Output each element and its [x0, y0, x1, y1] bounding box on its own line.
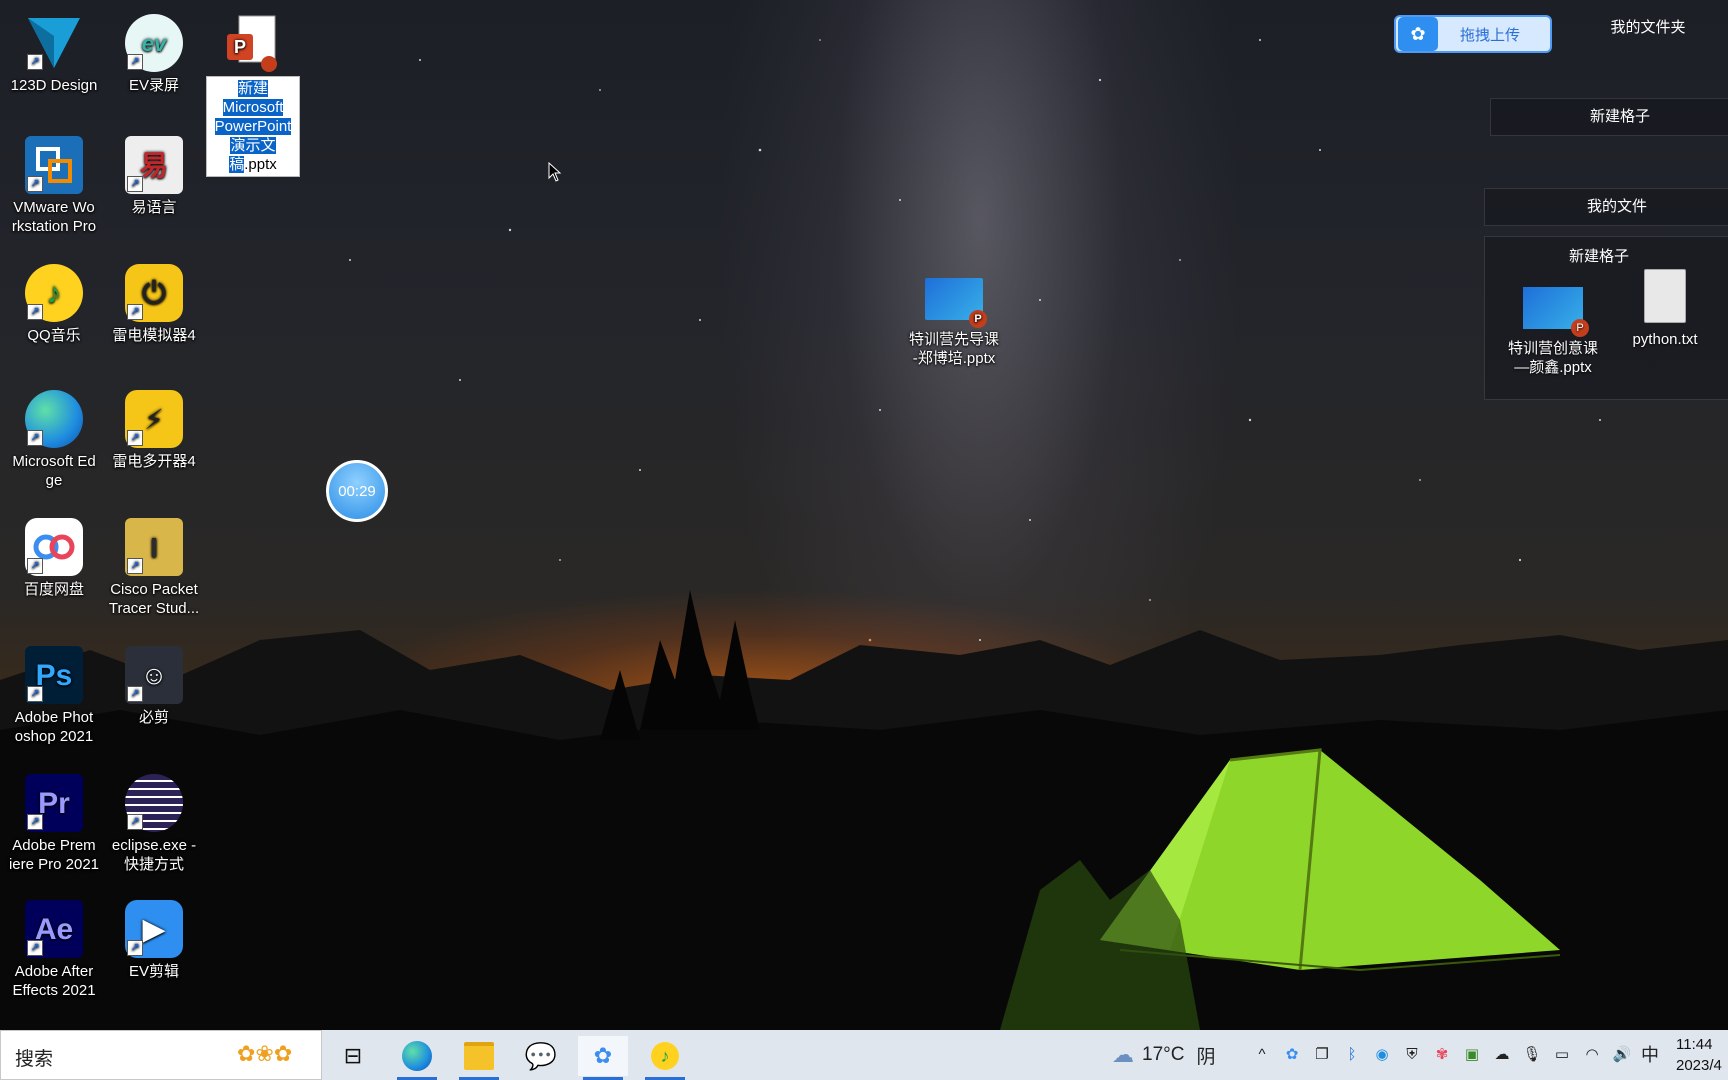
- window-tray-icon[interactable]: ❐: [1312, 1046, 1332, 1064]
- powerpoint-file-icon: P: [224, 14, 282, 72]
- desktop-icon-bijian[interactable]: ☺ ↗ 必剪: [106, 646, 202, 727]
- cisco-packet-tracer-icon: I ↗: [125, 518, 183, 576]
- bluetooth-icon[interactable]: ᛒ: [1342, 1046, 1362, 1064]
- desktop-icon-baidu-netdisk[interactable]: ↗ 百度网盘: [6, 518, 102, 599]
- taskbar-file-explorer[interactable]: [454, 1036, 504, 1080]
- desktop[interactable]: ↗ 123D Design ev ↗ EV录屏 ↗ VMware Wo rksta…: [0, 0, 1728, 1030]
- desktop-icon-photoshop[interactable]: Ps ↗ Adobe Phot oshop 2021: [6, 646, 102, 746]
- photoshop-icon: Ps ↗: [25, 646, 83, 704]
- cloudy-weather-icon: ☁: [1112, 1042, 1134, 1067]
- microphone-icon[interactable]: 🎙: [1522, 1046, 1542, 1064]
- desktop-icon-after-effects[interactable]: Ae ↗ Adobe After Effects 2021: [6, 900, 102, 1000]
- nvidia-icon[interactable]: ▣: [1462, 1046, 1482, 1064]
- baidu-netdisk-icon: ✿: [593, 1043, 613, 1068]
- clock[interactable]: 11:44 2023/4: [1676, 1034, 1728, 1076]
- desktop-icon-edge[interactable]: ↗ Microsoft Ed ge: [6, 390, 102, 490]
- qq-music-icon: ♪: [651, 1042, 679, 1070]
- desktop-icon-cisco-packet-tracer[interactable]: I ↗ Cisco Packet Tracer Stud...: [106, 518, 202, 618]
- fence-file-python-txt[interactable]: python.txt: [1615, 269, 1715, 348]
- fence-my-folder[interactable]: 我的文件夹: [1568, 12, 1728, 44]
- show-hidden-icons-chevron-icon[interactable]: ^: [1252, 1046, 1272, 1064]
- edge-icon: ↗: [25, 390, 83, 448]
- yiyuyan-icon: 易 ↗: [125, 136, 183, 194]
- desktop-file-training-pptx[interactable]: P 特训营先导课 -郑博培.pptx: [904, 272, 1004, 368]
- leidian-multi-icon: ⚡ ↗: [125, 390, 183, 448]
- ev-editor-icon: ▶ ↗: [125, 900, 183, 958]
- desktop-icon-yiyuyan[interactable]: 易 ↗ 易语言: [106, 136, 202, 217]
- bijian-icon: ☺ ↗: [125, 646, 183, 704]
- svg-text:P: P: [234, 37, 246, 57]
- fence-new-1[interactable]: 新建格子: [1490, 98, 1728, 136]
- desktop-icon-123d-design[interactable]: ↗ 123D Design: [6, 14, 102, 95]
- onedrive-cloud-icon[interactable]: ☁: [1492, 1046, 1512, 1064]
- vmware-icon: ↗: [25, 136, 83, 194]
- mountain-landscape: [0, 590, 1728, 1030]
- wifi-icon[interactable]: ◠: [1582, 1046, 1602, 1064]
- leidian-emulator-icon: ⏻ ↗: [125, 264, 183, 322]
- qq-music-icon: ♪ ↗: [25, 264, 83, 322]
- taskbar-baidu-netdisk[interactable]: ✿: [578, 1036, 628, 1080]
- input-method-indicator[interactable]: 中: [1640, 1046, 1660, 1064]
- premiere-icon: Pr ↗: [25, 774, 83, 832]
- text-file-icon: [1644, 269, 1686, 323]
- after-effects-icon: Ae ↗: [25, 900, 83, 958]
- eclipse-icon: ↗: [125, 774, 183, 832]
- task-view-button[interactable]: ⊟: [328, 1036, 378, 1076]
- 123d-design-icon: ↗: [25, 14, 83, 72]
- desktop-icon-ev-editor[interactable]: ▶ ↗ EV剪辑: [106, 900, 202, 981]
- battery-icon[interactable]: ▭: [1552, 1046, 1572, 1064]
- baidu-netdisk-icon: ↗: [25, 518, 83, 576]
- taskbar-wechat[interactable]: 💬: [516, 1036, 566, 1076]
- plum-blossom-decoration-icon: ✿❀✿: [237, 1041, 293, 1066]
- ev-recorder-icon: ev ↗: [125, 14, 183, 72]
- fence-file-creative-pptx[interactable]: P 特训营创意课 —颜鑫.pptx: [1503, 287, 1603, 377]
- desktop-icon-leidian-emulator[interactable]: ⏻ ↗ 雷电模拟器4: [106, 264, 202, 345]
- selected-pptx-file[interactable]: P 新建 Microsoft PowerPoint 演示文 稿.pptx: [206, 14, 300, 177]
- file-explorer-icon: [464, 1042, 494, 1070]
- security-shield-icon[interactable]: ⛨: [1402, 1046, 1422, 1064]
- edge-icon: [402, 1041, 432, 1071]
- desktop-icon-leidian-multi[interactable]: ⚡ ↗ 雷电多开器4: [106, 390, 202, 471]
- upload-button[interactable]: ✿ 拖拽上传: [1394, 15, 1552, 53]
- pptx-thumbnail-icon: P: [1523, 287, 1589, 337]
- desktop-icon-vmware[interactable]: ↗ VMware Wo rkstation Pro: [6, 136, 102, 236]
- taskbar: 搜索 ✿❀✿ ⊟ 💬 ✿ ♪ ☁ 17°C 阴 ^ ✿ ❐ ᛒ ◉ ⛨ ✾ ▣ …: [0, 1030, 1728, 1080]
- fence-my-files[interactable]: 我的文件: [1484, 188, 1728, 226]
- search-box[interactable]: 搜索 ✿❀✿: [0, 1030, 322, 1080]
- mouse-cursor-icon: [548, 162, 562, 182]
- wechat-icon: 💬: [524, 1040, 558, 1071]
- desktop-icon-eclipse[interactable]: ↗ eclipse.exe - 快捷方式: [106, 774, 202, 874]
- taskbar-qq-music[interactable]: ♪: [640, 1036, 690, 1080]
- desktop-icon-premiere[interactable]: Pr ↗ Adobe Prem iere Pro 2021: [6, 774, 102, 874]
- app-tray-icon[interactable]: ✾: [1432, 1046, 1452, 1064]
- desktop-icon-qq-music[interactable]: ♪ ↗ QQ音乐: [6, 264, 102, 345]
- volume-icon[interactable]: 🔊: [1612, 1046, 1632, 1064]
- edge-tray-icon[interactable]: ◉: [1372, 1046, 1392, 1064]
- desktop-icon-ev-recorder[interactable]: ev ↗ EV录屏: [106, 14, 202, 95]
- taskbar-edge[interactable]: [392, 1036, 442, 1080]
- pptx-thumbnail-icon: P: [925, 278, 987, 328]
- rename-textbox[interactable]: 新建 Microsoft PowerPoint 演示文 稿.pptx: [206, 76, 300, 177]
- recording-timer[interactable]: 00:29: [326, 460, 388, 522]
- baidu-cloud-icon: ✿: [1398, 17, 1438, 51]
- fence-new-2[interactable]: 新建格子 P 特训营创意课 —颜鑫.pptx python.txt: [1484, 236, 1728, 400]
- weather-widget[interactable]: ☁ 17°C 阴: [1112, 1042, 1215, 1068]
- baidu-netdisk-tray-icon[interactable]: ✿: [1282, 1046, 1302, 1064]
- task-view-icon: ⊟: [343, 1043, 363, 1068]
